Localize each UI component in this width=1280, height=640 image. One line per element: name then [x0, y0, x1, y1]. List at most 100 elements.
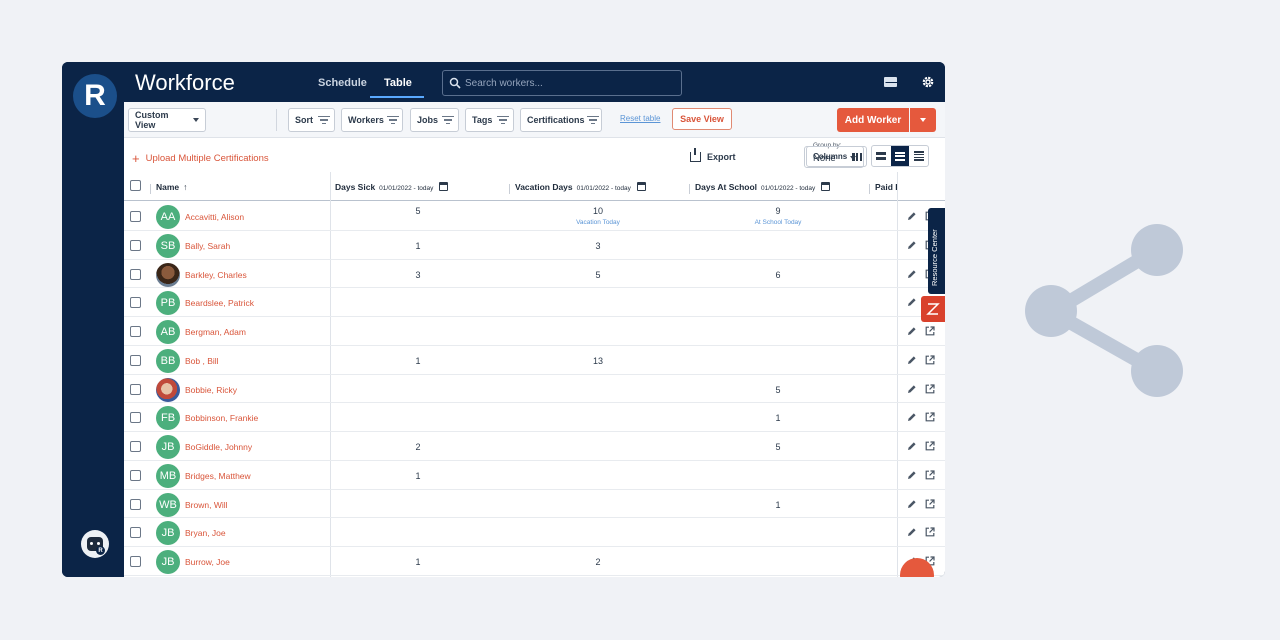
edit-icon[interactable]: [907, 211, 917, 221]
workers-filter-button[interactable]: Workers: [341, 108, 403, 132]
column-header-name[interactable]: Name ↑: [156, 182, 187, 192]
open-in-new-icon[interactable]: [925, 326, 935, 336]
save-view-button[interactable]: Save View: [672, 108, 732, 130]
row-checkbox[interactable]: [130, 556, 141, 567]
edit-icon[interactable]: [907, 470, 917, 480]
row-checkbox[interactable]: [130, 498, 141, 510]
calendar-icon[interactable]: [821, 182, 831, 191]
add-worker-menu-button[interactable]: [910, 108, 936, 132]
row-checkbox[interactable]: [130, 326, 141, 337]
row-checkbox[interactable]: [130, 469, 141, 481]
worker-name-link[interactable]: Bridges, Matthew: [185, 471, 251, 481]
column-header-paid[interactable]: Paid I: [875, 182, 898, 192]
worker-name-link[interactable]: Burrow, Joe: [185, 557, 230, 567]
row-checkbox[interactable]: [130, 268, 141, 280]
table-row[interactable]: MB Bridges, Matthew 1: [124, 461, 945, 490]
table-row[interactable]: JB Bryan, Joe: [124, 518, 945, 547]
reset-table-link[interactable]: Reset table: [620, 114, 660, 123]
column-header-days-sick[interactable]: Days Sick 01/01/2022 - today: [335, 182, 449, 192]
worker-name-link[interactable]: Bally, Sarah: [185, 241, 230, 251]
worker-name-link[interactable]: BoGiddle, Johnny: [185, 442, 252, 452]
resource-center-logo-icon[interactable]: [921, 296, 945, 322]
row-checkbox[interactable]: [130, 527, 141, 539]
select-all-checkbox[interactable]: [130, 180, 141, 191]
open-in-new-icon[interactable]: [925, 383, 935, 394]
row-checkbox[interactable]: [130, 441, 141, 452]
open-in-new-icon[interactable]: [925, 498, 935, 509]
row-checkbox[interactable]: [130, 297, 141, 309]
gear-icon[interactable]: [921, 75, 935, 89]
search-input[interactable]: [465, 74, 675, 92]
edit-icon[interactable]: [907, 556, 917, 566]
worker-name-link[interactable]: Bryan, Joe: [185, 528, 226, 538]
app-logo[interactable]: R: [73, 74, 117, 118]
days-sick-cell: 5: [415, 206, 421, 216]
worker-name-link[interactable]: Barkley, Charles: [185, 270, 247, 280]
density-comfortable-button[interactable]: [872, 146, 891, 166]
edit-icon[interactable]: [907, 240, 917, 250]
table-row[interactable]: SB Bally, Sarah 1 3: [124, 231, 945, 260]
edit-icon[interactable]: [907, 269, 917, 279]
table-toolbar: Custom View Sort Workers Jobs Tags Certi…: [124, 102, 945, 138]
table-row[interactable]: Barkley, Charles 3 5 6: [124, 260, 945, 289]
table-row[interactable]: PB Beardslee, Patrick: [124, 288, 945, 317]
export-button[interactable]: Export: [690, 148, 736, 162]
open-in-new-icon[interactable]: [925, 556, 935, 566]
row-checkbox[interactable]: [130, 211, 141, 222]
worker-name-link[interactable]: Bergman, Adam: [185, 327, 246, 337]
edit-icon[interactable]: [907, 441, 917, 451]
edit-icon[interactable]: [907, 412, 917, 422]
table-row[interactable]: WB Brown, Will 1: [124, 490, 945, 519]
table-row[interactable]: JB Burrow, Joe 1 2: [124, 547, 945, 576]
certifications-filter-button[interactable]: Certifications: [520, 108, 602, 132]
table-row[interactable]: AB Bergman, Adam: [124, 317, 945, 346]
tags-filter-button[interactable]: Tags: [465, 108, 514, 132]
columns-button[interactable]: Columns: [806, 146, 867, 167]
add-worker-button[interactable]: Add Worker: [837, 108, 909, 132]
calendar-icon[interactable]: [636, 182, 646, 191]
column-header-days-at-school[interactable]: Days At School 01/01/2022 - today: [695, 182, 831, 192]
density-compact-button[interactable]: [909, 146, 928, 166]
avatar: FB: [156, 406, 180, 431]
table-row[interactable]: BB Bob , Bill 1 13: [124, 346, 945, 375]
resource-center-tab[interactable]: Resource Center: [928, 208, 945, 294]
edit-icon[interactable]: [907, 499, 917, 509]
days-at-school-cell: [718, 298, 838, 301]
worker-name-link[interactable]: Brown, Will: [185, 500, 228, 510]
upload-certifications-button[interactable]: + Upload Multiple Certifications: [132, 152, 269, 165]
edit-icon[interactable]: [907, 297, 917, 307]
row-checkbox[interactable]: [130, 239, 141, 251]
row-checkbox[interactable]: [130, 412, 141, 424]
mail-icon[interactable]: [884, 77, 897, 87]
edit-icon[interactable]: [907, 384, 917, 394]
open-in-new-icon[interactable]: [925, 441, 935, 451]
row-checkbox[interactable]: [130, 354, 141, 366]
worker-name-link[interactable]: Bobbinson, Frankie: [185, 413, 258, 423]
column-header-vacation-days[interactable]: Vacation Days 01/01/2022 - today: [515, 182, 646, 192]
worker-name-link[interactable]: Bob , Bill: [185, 356, 219, 366]
calendar-icon[interactable]: [439, 182, 449, 191]
open-in-new-icon[interactable]: [925, 412, 935, 422]
edit-icon[interactable]: [907, 355, 917, 365]
tab-table[interactable]: Table: [384, 77, 412, 89]
custom-view-select[interactable]: Custom View: [128, 108, 206, 132]
open-in-new-icon[interactable]: [925, 470, 935, 480]
density-standard-button[interactable]: [890, 146, 910, 166]
share-icon[interactable]: [1020, 220, 1190, 400]
open-in-new-icon[interactable]: [925, 527, 935, 537]
sort-button[interactable]: Sort: [288, 108, 335, 132]
table-row[interactable]: Bobbie, Ricky 5: [124, 375, 945, 404]
worker-name-link[interactable]: Beardslee, Patrick: [185, 298, 254, 308]
row-checkbox[interactable]: [130, 383, 141, 395]
table-row[interactable]: JB BoGiddle, Johnny 2 5: [124, 432, 945, 461]
assistant-bot-icon[interactable]: R: [81, 530, 109, 558]
tab-schedule[interactable]: Schedule: [318, 77, 367, 89]
table-row[interactable]: AA Accavitti, Alison 5 10 Vacation Today 9 At …: [124, 202, 945, 231]
edit-icon[interactable]: [907, 527, 917, 537]
jobs-filter-button[interactable]: Jobs: [410, 108, 459, 132]
table-row[interactable]: FB Bobbinson, Frankie 1: [124, 403, 945, 432]
edit-icon[interactable]: [907, 326, 917, 336]
worker-name-link[interactable]: Bobbie, Ricky: [185, 385, 237, 395]
open-in-new-icon[interactable]: [925, 355, 935, 365]
worker-name-link[interactable]: Accavitti, Alison: [185, 212, 244, 222]
